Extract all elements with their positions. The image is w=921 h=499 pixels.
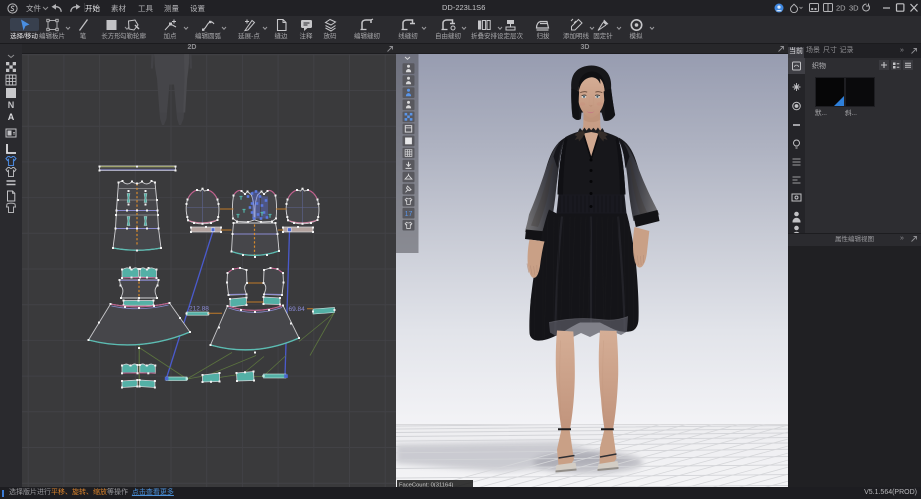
svg-text:3D: 3D [849, 4, 859, 13]
svg-text:212.88: 212.88 [189, 305, 209, 312]
svg-text:2D: 2D [836, 4, 846, 13]
svg-text:17: 17 [405, 211, 413, 218]
svg-text:69.84: 69.84 [289, 306, 306, 313]
